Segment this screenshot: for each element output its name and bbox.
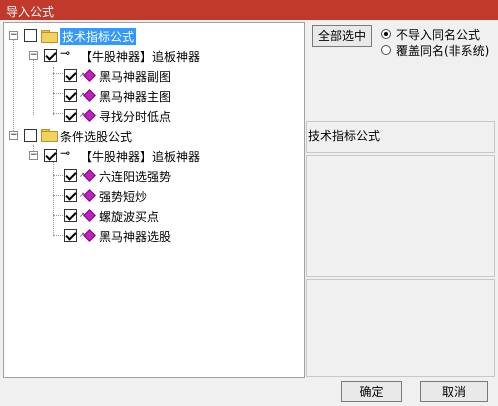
checkbox-formula-5[interactable] — [64, 189, 77, 202]
select-all-button[interactable]: 全部选中 — [312, 25, 372, 47]
checkbox-group-1[interactable] — [44, 49, 57, 62]
tree-node-formula-1[interactable]: 黑马神器副图 — [99, 68, 171, 85]
checkbox-formula-4[interactable] — [64, 169, 77, 182]
checkbox-formula-3[interactable] — [64, 109, 77, 122]
radio-no-import[interactable] — [381, 29, 391, 39]
collapse-toggle[interactable]: − — [9, 31, 18, 40]
tree-node-group-2[interactable]: 【牛股神器】追板神器 — [80, 148, 200, 165]
window-title: 导入公式 — [6, 5, 55, 19]
formula-icon — [83, 109, 96, 122]
formula-icon — [83, 209, 96, 222]
checkbox-technical-formulas[interactable] — [24, 29, 37, 42]
tree-node-formula-5[interactable]: 强势短炒 — [99, 188, 147, 205]
radio-overwrite-label[interactable]: 覆盖同名(非系统) — [396, 42, 489, 59]
tree-line — [53, 67, 54, 115]
collapse-toggle[interactable]: − — [9, 131, 18, 140]
tree-line — [33, 55, 34, 115]
checkbox-formula-2[interactable] — [64, 89, 77, 102]
title-bar: 导入公式 — [0, 0, 498, 20]
tree-node-group-1[interactable]: 【牛股神器】追板神器 — [80, 48, 200, 65]
radio-no-import-label[interactable]: 不导入同名公式 — [396, 26, 480, 43]
tree-node-formula-2[interactable]: 黑马神器主图 — [99, 88, 171, 105]
formula-icon — [83, 89, 96, 102]
checkbox-formula-7[interactable] — [64, 229, 77, 242]
formula-type-panel: 技术指标公式 — [306, 121, 495, 153]
folder-icon — [41, 30, 58, 43]
ok-button[interactable]: 确定 — [341, 381, 402, 402]
checkbox-formula-1[interactable] — [64, 69, 77, 82]
key-icon: ⊸ — [60, 46, 71, 60]
key-icon: ⊸ — [60, 146, 71, 160]
checkbox-formula-6[interactable] — [64, 209, 77, 222]
collapse-toggle[interactable]: − — [29, 51, 38, 60]
folder-icon — [41, 129, 58, 142]
tree-node-technical-formulas[interactable]: 技术指标公式 — [60, 28, 137, 45]
formula-icon — [83, 189, 96, 202]
formula-type-label: 技术指标公式 — [308, 129, 381, 143]
radio-overwrite[interactable] — [381, 45, 391, 55]
collapse-toggle[interactable]: − — [29, 151, 38, 160]
checkbox-condition-formulas[interactable] — [24, 129, 37, 142]
tree-node-formula-3[interactable]: 寻找分时低点 — [99, 108, 171, 125]
description-panel — [306, 155, 495, 277]
formula-tree[interactable]: − 技术指标公式 − ⊸ 【牛股神器】追板神器 ↗ 黑马神器副图 ↗ 黑马神器主… — [3, 22, 305, 378]
formula-icon — [83, 169, 96, 182]
tree-line — [13, 35, 14, 135]
tree-node-formula-7[interactable]: 黑马神器选股 — [99, 228, 171, 245]
tree-node-condition-formulas[interactable]: 条件选股公式 — [60, 128, 132, 145]
tree-node-formula-4[interactable]: 六连阳选强势 — [99, 168, 171, 185]
tree-node-formula-6[interactable]: 螺旋波买点 — [99, 208, 159, 225]
checkbox-group-2[interactable] — [44, 149, 57, 162]
formula-icon — [83, 69, 96, 82]
formula-icon — [83, 229, 96, 242]
detail-panel — [306, 279, 495, 377]
cancel-button[interactable]: 取消 — [420, 381, 488, 402]
